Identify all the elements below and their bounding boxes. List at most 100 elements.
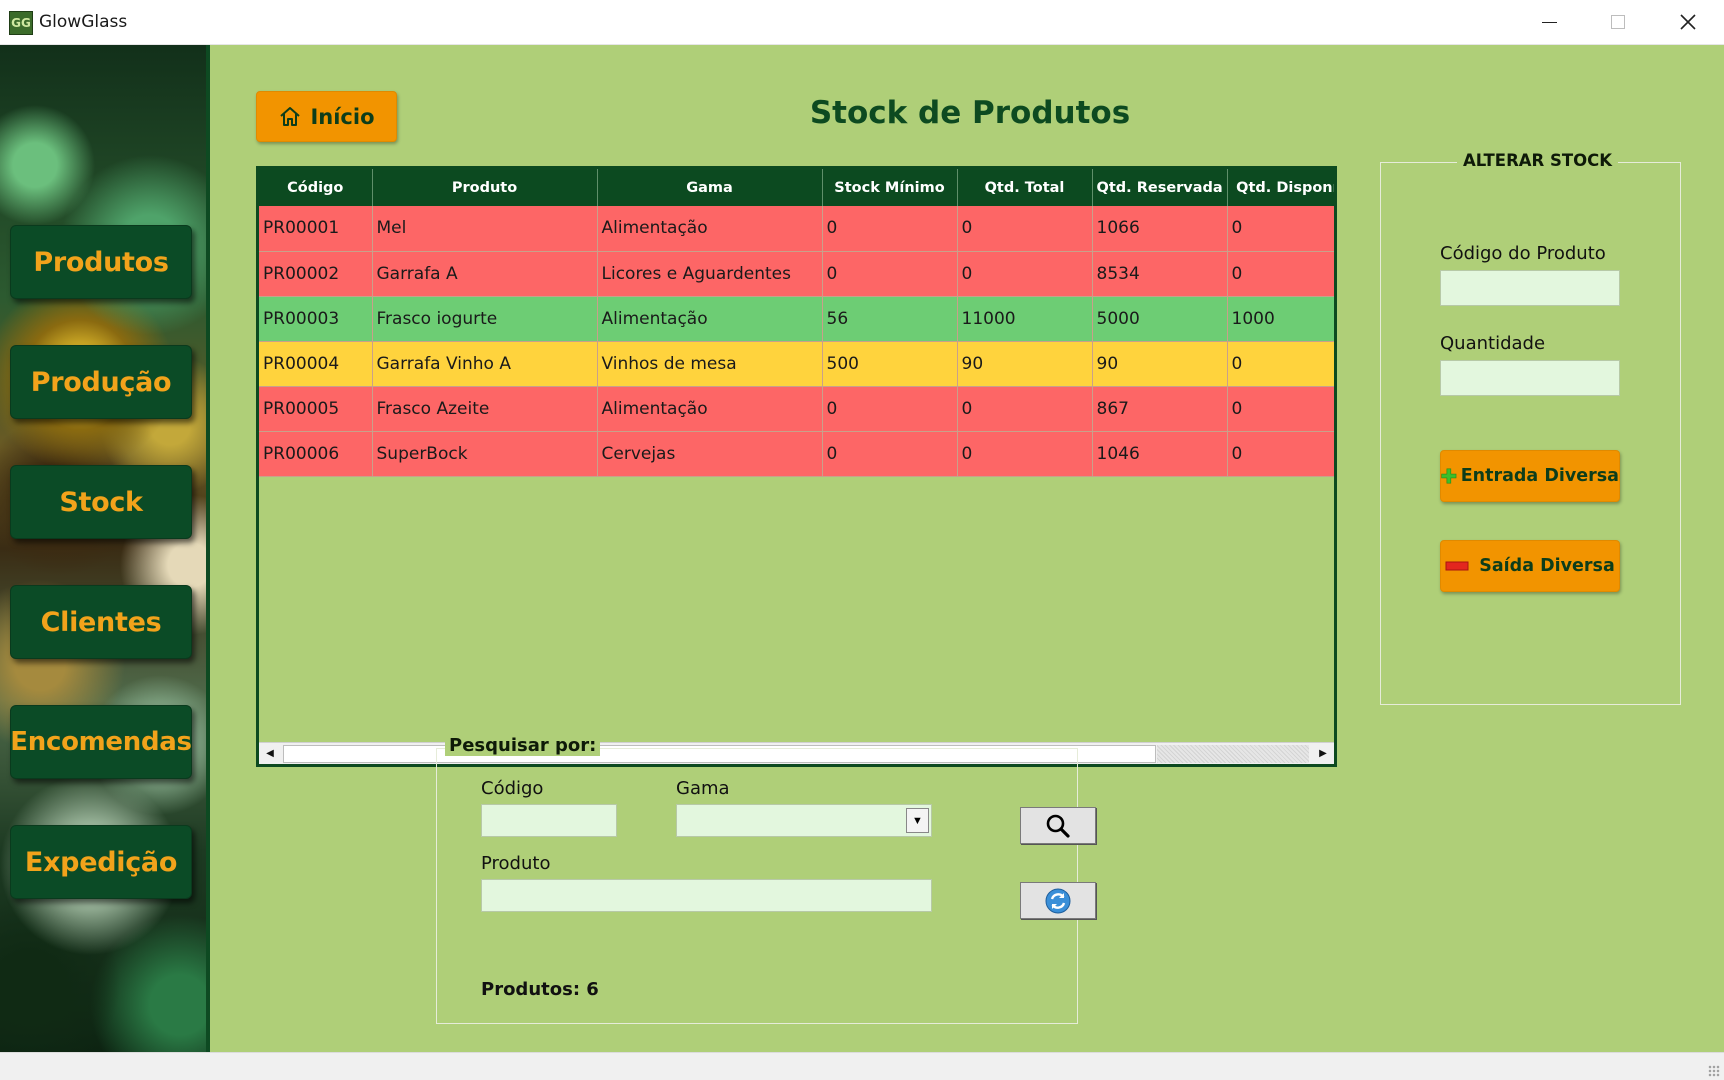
scroll-right-icon[interactable]: ▶ <box>1312 743 1334 764</box>
table-cell: 0 <box>957 206 1093 252</box>
table-cell: 0 <box>1227 341 1334 387</box>
home-button[interactable]: Início <box>256 91 397 142</box>
column-header[interactable]: Qtd. Disponível <box>1227 169 1334 206</box>
column-header[interactable]: Produto <box>372 169 598 206</box>
table-cell: 0 <box>957 431 1093 477</box>
chevron-down-icon[interactable]: ▼ <box>906 808 929 833</box>
home-button-label: Início <box>310 104 375 129</box>
table-row[interactable]: PR00003 Frasco iogurte Alimentação 56 11000 5… <box>259 296 1334 342</box>
table-cell: 0 <box>1227 206 1334 252</box>
table-cell: Frasco iogurte <box>372 296 598 342</box>
nav-button-expedicao[interactable]: Expedição <box>10 825 192 899</box>
entrada-diversa-label: Entrada Diversa <box>1460 466 1619 486</box>
produto-search-input[interactable] <box>481 879 932 912</box>
table-row[interactable]: PR00001 Mel Alimentação 0 0 1066 0 <box>259 206 1334 252</box>
table-cell: 90 <box>957 341 1093 387</box>
table-cell: 90 <box>1092 341 1228 387</box>
column-header[interactable]: Qtd. Total <box>957 169 1093 206</box>
scrollbar-track[interactable] <box>1157 745 1309 763</box>
nav-button-producao[interactable]: Produção <box>10 345 192 419</box>
table-cell: Licores e Aguardentes <box>597 251 823 297</box>
refresh-button[interactable] <box>1020 882 1096 919</box>
table-cell: 56 <box>822 296 958 342</box>
alter-stock-title: ALTERAR STOCK <box>1457 151 1619 170</box>
product-count: Produtos: 6 <box>481 979 599 1000</box>
table-cell: Mel <box>372 206 598 252</box>
table-cell: 1066 <box>1092 206 1228 252</box>
refresh-icon <box>1045 888 1071 913</box>
codigo-label: Código <box>481 778 544 799</box>
nav-button-clientes[interactable]: Clientes <box>10 585 192 659</box>
table-cell: 0 <box>822 206 958 252</box>
table-cell: Cervejas <box>597 431 823 477</box>
table-cell: 1000 <box>1227 296 1334 342</box>
alter-stock-panel: ALTERAR STOCK Código do Produto Quantida… <box>1380 151 1681 705</box>
table-header-row: Código Produto Gama Stock Mínimo Qtd. To… <box>259 169 1334 206</box>
table-cell: 0 <box>822 431 958 477</box>
search-panel: Pesquisar por: Código Gama ▼ Produto Pro… <box>436 735 1096 1024</box>
column-header[interactable]: Gama <box>597 169 823 206</box>
table-cell: 1046 <box>1092 431 1228 477</box>
gama-select[interactable]: ▼ <box>676 804 932 837</box>
table-cell: PR00002 <box>259 251 373 297</box>
table-cell: Alimentação <box>597 296 823 342</box>
table-row[interactable]: PR00002 Garrafa A Licores e Aguardentes 0 0 8… <box>259 251 1334 297</box>
column-header[interactable]: Código <box>259 169 373 206</box>
column-header[interactable]: Qtd. Reservada <box>1092 169 1228 206</box>
sidebar: Produtos Produção Stock Clientes Encomen… <box>0 45 210 1052</box>
table-cell: 867 <box>1092 386 1228 432</box>
nav-button-stock[interactable]: Stock <box>10 465 192 539</box>
table-cell: 8534 <box>1092 251 1228 297</box>
saida-diversa-label: Saída Diversa <box>1479 556 1615 576</box>
app-icon: GG <box>9 11 33 35</box>
gama-label: Gama <box>676 778 730 799</box>
main-content: Início Stock de Produtos Código Produto … <box>210 45 1724 1052</box>
table-row[interactable]: PR00006 SuperBock Cervejas 0 0 1046 0 <box>259 431 1334 477</box>
table-cell: PR00005 <box>259 386 373 432</box>
table-cell: 11000 <box>957 296 1093 342</box>
minimize-icon <box>1541 22 1557 23</box>
table-cell: 0 <box>957 251 1093 297</box>
maximize-icon <box>1611 15 1625 29</box>
stock-grid: Código Produto Gama Stock Mínimo Qtd. To… <box>259 169 1334 477</box>
resize-grip-icon[interactable] <box>1708 1065 1720 1077</box>
table-cell: 500 <box>822 341 958 387</box>
codigo-search-input[interactable] <box>481 804 617 837</box>
table-cell: PR00006 <box>259 431 373 477</box>
search-button[interactable] <box>1020 807 1096 844</box>
minus-icon <box>1445 561 1469 571</box>
table-cell: PR00004 <box>259 341 373 387</box>
table-cell: Garrafa A <box>372 251 598 297</box>
saida-diversa-button[interactable]: Saída Diversa <box>1440 540 1620 592</box>
table-cell: 0 <box>1227 386 1334 432</box>
title-bar: GG GlowGlass <box>0 0 1724 45</box>
minimize-button[interactable] <box>1514 0 1584 45</box>
status-bar <box>0 1052 1724 1080</box>
codigo-produto-input[interactable] <box>1440 270 1620 306</box>
window-title: GlowGlass <box>39 12 128 32</box>
quantidade-input[interactable] <box>1440 360 1620 396</box>
table-cell: 0 <box>822 251 958 297</box>
table-cell: 0 <box>1227 431 1334 477</box>
page-title: Stock de Produtos <box>809 95 1131 131</box>
table-cell: 0 <box>957 386 1093 432</box>
nav-button-encomendas[interactable]: Encomendas <box>10 705 192 779</box>
scroll-left-icon[interactable]: ◀ <box>259 743 281 764</box>
table-cell: Frasco Azeite <box>372 386 598 432</box>
table-cell: 5000 <box>1092 296 1228 342</box>
nav-button-produtos[interactable]: Produtos <box>10 225 192 299</box>
table-cell: PR00001 <box>259 206 373 252</box>
table-row[interactable]: PR00005 Frasco Azeite Alimentação 0 0 867 0 <box>259 386 1334 432</box>
home-icon <box>280 106 301 126</box>
table-row[interactable]: PR00004 Garrafa Vinho A Vinhos de mesa 500 9… <box>259 341 1334 387</box>
stock-table[interactable]: Código Produto Gama Stock Mínimo Qtd. To… <box>256 166 1337 767</box>
entrada-diversa-button[interactable]: Entrada Diversa <box>1440 450 1620 502</box>
table-cell: 0 <box>1227 251 1334 297</box>
table-cell: Alimentação <box>597 386 823 432</box>
close-button[interactable] <box>1653 0 1723 45</box>
table-cell: PR00003 <box>259 296 373 342</box>
maximize-button[interactable] <box>1583 0 1653 45</box>
produto-label: Produto <box>481 853 551 874</box>
column-header[interactable]: Stock Mínimo <box>822 169 958 206</box>
quantidade-label: Quantidade <box>1440 333 1546 354</box>
